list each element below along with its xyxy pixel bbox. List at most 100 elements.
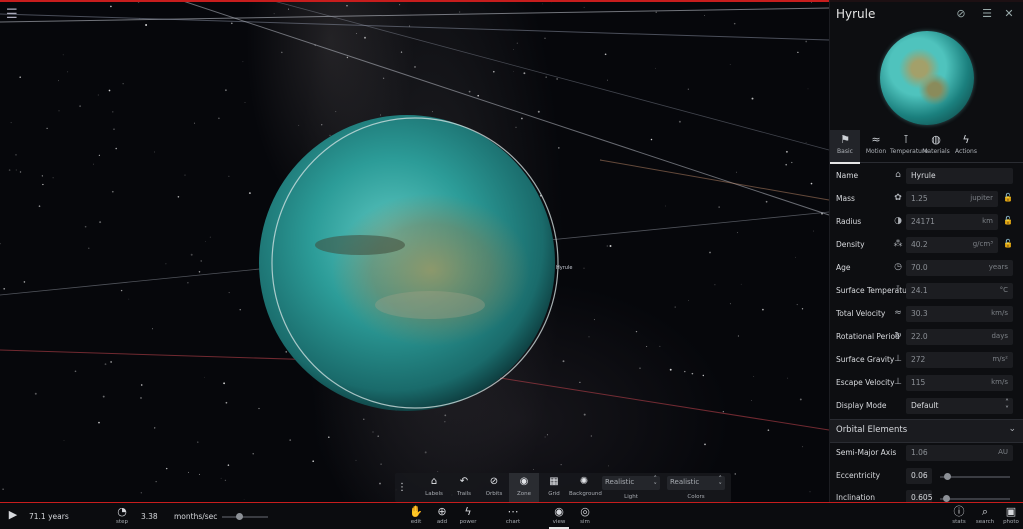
star: [58, 110, 60, 112]
slider-handle[interactable]: [943, 473, 951, 480]
mass-input[interactable]: 1.25 jupiter: [906, 191, 998, 207]
lock-icon[interactable]: 🔓: [1003, 239, 1013, 248]
inclination-slider[interactable]: [940, 495, 1010, 502]
star: [115, 147, 117, 150]
star: [193, 122, 196, 124]
view-tool[interactable]: ◉ view: [549, 505, 569, 529]
stats-button[interactable]: ⓘ stats: [949, 505, 969, 525]
search-button[interactable]: ⌕ search: [975, 505, 995, 525]
tab-materials[interactable]: ◍ Materials: [922, 130, 950, 162]
eccentricity-slider[interactable]: [940, 473, 1010, 480]
trails-toggle[interactable]: ↶ Trails: [449, 473, 479, 502]
star: [99, 221, 102, 224]
row-label: Total Velocity: [836, 309, 886, 318]
field-value: 115: [911, 378, 926, 387]
label-icon: ⌂: [430, 476, 438, 487]
more-options-icon[interactable]: ⋮: [395, 473, 409, 502]
rotational-period-input[interactable]: 22.0 days: [906, 329, 1013, 345]
close-icon[interactable]: ✕: [1002, 7, 1016, 21]
star: [544, 436, 546, 438]
orbital-elements-header[interactable]: Orbital Elements ⌄: [830, 419, 1023, 443]
star: [225, 401, 228, 404]
star: [516, 42, 518, 44]
star: [93, 163, 94, 165]
speed-slider[interactable]: [222, 513, 268, 520]
hide-icon[interactable]: ⊘: [954, 7, 968, 21]
list-icon[interactable]: ☰: [980, 7, 994, 21]
star: [542, 3, 543, 5]
star: [533, 469, 534, 470]
background-toggle[interactable]: ✺ Background: [569, 473, 602, 502]
light-select[interactable]: Realistic ˄ ˅: [602, 476, 660, 490]
total-velocity-input[interactable]: 30.3 km/s: [906, 306, 1013, 322]
field-unit: days: [991, 332, 1008, 340]
star: [714, 284, 716, 286]
star: [198, 473, 200, 475]
star: [560, 464, 562, 466]
radius-input[interactable]: 24171 km: [906, 214, 998, 230]
star: [588, 336, 590, 338]
colors-select[interactable]: Realistic ˄ ˅: [667, 476, 725, 490]
row-label: Escape Velocity: [836, 378, 895, 387]
escape-velocity-input[interactable]: 115 km/s: [906, 375, 1013, 391]
star: [239, 309, 241, 311]
labels-toggle[interactable]: ⌂ Labels: [419, 473, 449, 502]
age-input[interactable]: 70.0 years: [906, 260, 1013, 276]
inclination-input[interactable]: 0.605: [906, 490, 932, 502]
tag-icon: ⌂: [895, 170, 901, 180]
row-name: Name ⌂ Hyrule: [830, 166, 1023, 188]
tab-temperature[interactable]: ⊺ Temperature: [890, 130, 928, 162]
surface-gravity-input[interactable]: 272 m/s²: [906, 352, 1013, 368]
slider-handle[interactable]: [236, 513, 243, 520]
play-icon: ▶: [8, 508, 18, 521]
tab-actions[interactable]: ϟ Actions: [952, 130, 980, 162]
star: [52, 177, 54, 179]
actions-icon: ϟ: [962, 133, 970, 146]
orbits-toggle[interactable]: ⊘ Orbits: [479, 473, 509, 502]
edit-tool[interactable]: ✋ edit: [406, 505, 426, 525]
toolbar-label: Background: [569, 491, 602, 497]
row-eccentricity: Eccentricity 0.06: [830, 466, 1023, 488]
add-icon: ⊕: [437, 505, 447, 518]
star: [513, 49, 514, 51]
lock-icon[interactable]: 🔓: [1003, 193, 1013, 202]
sim-tool[interactable]: ◎ sim: [575, 505, 595, 525]
star: [704, 15, 705, 16]
density-input[interactable]: 40.2 g/cm³: [906, 237, 998, 253]
eccentricity-input[interactable]: 0.06: [906, 468, 932, 484]
star: [356, 33, 357, 34]
planet-label[interactable]: Hyrule: [556, 265, 572, 271]
star: [110, 361, 112, 363]
zone-icon: ◉: [519, 476, 529, 487]
star: [346, 5, 348, 7]
surface-temperature-input[interactable]: 24.1 °C: [906, 283, 1013, 299]
power-tool[interactable]: ϟ power: [458, 505, 478, 525]
field-unit: jupiter: [970, 194, 993, 202]
tab-label: Basic: [837, 148, 853, 155]
star: [797, 51, 799, 54]
zone-toggle[interactable]: ◉ Zone: [509, 473, 539, 502]
lock-icon[interactable]: 🔓: [1003, 216, 1013, 225]
star: [382, 77, 385, 79]
tab-motion[interactable]: ≈ Motion: [862, 130, 890, 162]
hamburger-menu-icon[interactable]: ☰: [6, 8, 20, 22]
add-tool[interactable]: ⊕ add: [432, 505, 452, 525]
play-button[interactable]: ▶: [3, 508, 23, 522]
star: [733, 22, 736, 25]
display-mode-select[interactable]: Default ˄ ˅: [906, 398, 1013, 414]
star: [19, 171, 22, 173]
semi-major-axis-input[interactable]: 1.06 AU: [906, 445, 1013, 461]
star: [734, 473, 736, 475]
chart-tool[interactable]: ⋯ chart: [503, 505, 523, 525]
step-button[interactable]: ◔ step: [112, 505, 132, 525]
tab-basic[interactable]: ⚑ Basic: [830, 130, 860, 164]
density-icon: ⁂: [893, 239, 903, 249]
star: [811, 2, 812, 3]
grid-toggle[interactable]: ▦ Grid: [539, 473, 569, 502]
star: [97, 94, 99, 96]
name-input[interactable]: Hyrule: [906, 168, 1013, 184]
colors-caption: Colors: [687, 494, 705, 500]
slider-handle[interactable]: [942, 495, 950, 502]
photo-button[interactable]: ▣ photo: [1001, 505, 1021, 525]
star: [67, 71, 69, 73]
